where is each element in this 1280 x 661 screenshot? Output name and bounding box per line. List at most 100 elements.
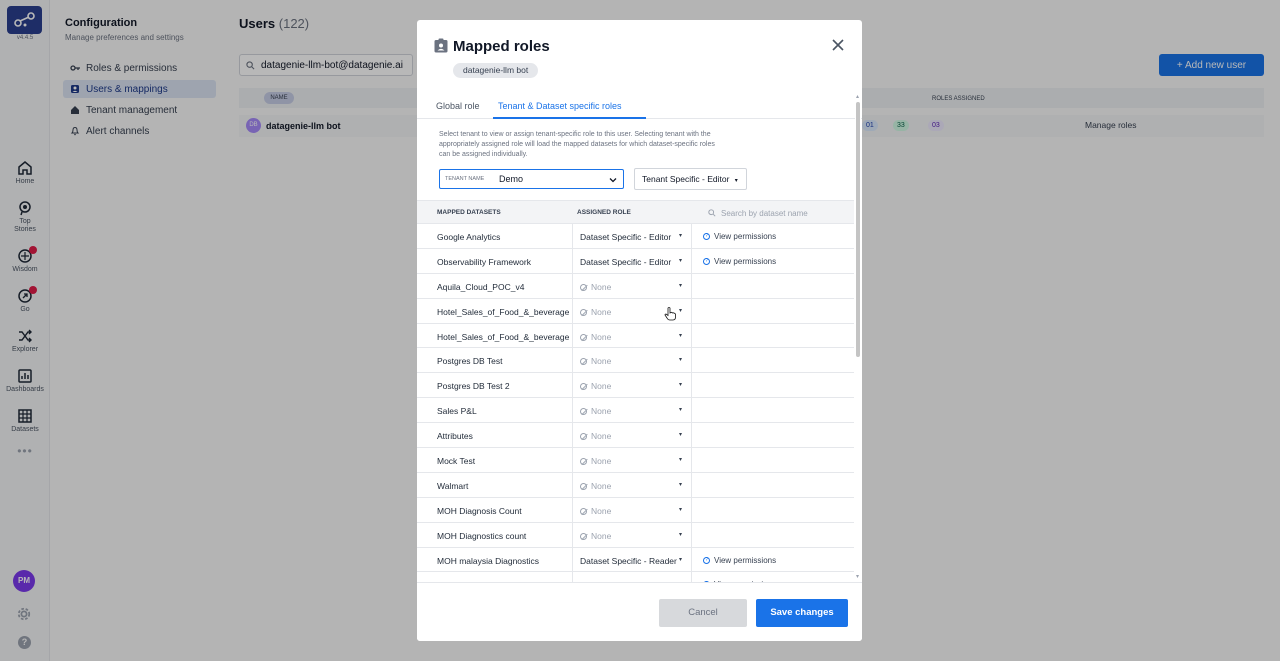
table-row[interactable]: MOH Diagnostics count None ▾ — [417, 522, 854, 548]
assigned-role-text: Dataset Specific - Editor — [580, 232, 672, 242]
table-row[interactable]: Walmart None ▾ — [417, 472, 854, 498]
none-icon — [580, 507, 587, 515]
table-row[interactable]: Aquila_Cloud_POC_v4 None ▾ — [417, 273, 854, 299]
assigned-role-select[interactable]: None ▾ — [572, 348, 692, 374]
assigned-role-select[interactable]: None ▾ — [572, 373, 692, 399]
assigned-role-select[interactable]: Dataset Specific - Reader▾ — [572, 572, 692, 582]
assigned-role-text: Dataset Specific - Reader — [580, 555, 677, 566]
assigned-role-value: None — [580, 506, 611, 516]
assigned-role-text: None — [591, 505, 612, 516]
caret-down-icon: ▾ — [679, 531, 683, 538]
view-permissions-link[interactable]: ? View permissions — [703, 556, 776, 565]
scrollbar-thumb[interactable] — [856, 102, 860, 357]
assigned-role-select[interactable]: None ▾ — [572, 423, 692, 449]
dataset-search-input[interactable]: Search by dataset name — [708, 207, 838, 219]
user-chip: datagenie-llm bot — [453, 63, 539, 78]
assigned-role-text: None — [591, 281, 612, 292]
none-icon — [580, 532, 587, 540]
tenant-role-select[interactable]: Tenant Specific - Editor ▾ — [634, 168, 747, 190]
view-permissions-link[interactable]: ? View permissions — [703, 257, 776, 266]
assigned-role-value: None — [580, 356, 611, 366]
chevron-down-icon — [609, 178, 617, 183]
none-icon — [580, 308, 587, 316]
assigned-role-text: None — [591, 480, 612, 491]
assigned-role-select[interactable]: None ▾ — [572, 273, 692, 299]
table-row[interactable]: Hotel_Sales_of_Food_&_beverage None ▾ — [417, 298, 854, 324]
user-card-icon — [434, 38, 448, 53]
assigned-role-select[interactable]: None ▾ — [572, 323, 692, 349]
assigned-role-value: None — [580, 456, 611, 466]
assigned-role-text: None — [591, 356, 612, 367]
none-icon — [580, 482, 587, 490]
dataset-name: Google Analytics — [437, 232, 501, 242]
view-permissions-text: View permissions — [714, 256, 777, 266]
active-tab-indicator — [493, 117, 646, 119]
assigned-role-value: None — [580, 406, 611, 416]
table-row[interactable]: Mock Test None ▾ — [417, 448, 854, 473]
caret-down-icon: ▾ — [679, 233, 683, 239]
tab-global-role[interactable]: Global role — [436, 101, 480, 111]
table-row[interactable]: Hotel_Sales_of_Food_&_beverage None ▾ — [417, 323, 854, 349]
assigned-role-value: None — [580, 307, 611, 317]
table-row[interactable]: Attributes None ▾ — [417, 423, 854, 449]
table-row[interactable]: Observability Framework Dataset Specific … — [417, 248, 854, 274]
assigned-role-text: Dataset Specific - Editor — [580, 256, 672, 267]
caret-down-icon: ▾ — [679, 357, 683, 364]
dataset-name: Postgres DB Test — [437, 356, 503, 367]
dataset-name: MOH Diagnostics count — [437, 530, 527, 541]
tab-tenant-dataset-roles[interactable]: Tenant & Dataset specific roles — [498, 101, 622, 111]
caret-down-icon: ▾ — [679, 407, 683, 414]
assigned-role-select[interactable]: None ▾ — [572, 398, 692, 424]
table-row[interactable]: Sales P&L None ▾ — [417, 398, 854, 424]
caret-down-icon: ▾ — [679, 432, 683, 439]
dialog-footer: Cancel Save changes — [417, 582, 862, 641]
assigned-role-value: None — [580, 282, 611, 292]
table-row[interactable]: Google Analytics Dataset Specific - Edito… — [417, 224, 854, 249]
table-row[interactable]: MOH malaysia Diagnostics Dataset Specific… — [417, 547, 854, 573]
assigned-role-select[interactable]: Dataset Specific - Reader▾ — [572, 547, 692, 573]
view-permissions-text: View permissions — [714, 232, 777, 241]
caret-down-icon: ▾ — [679, 457, 683, 464]
scroll-up-icon[interactable]: ▴ — [856, 93, 859, 100]
caret-down-icon: ▾ — [679, 332, 683, 339]
dialog-title: Mapped roles — [453, 38, 550, 55]
mapped-roles-dialog: Mapped roles datagenie-llm bot Global ro… — [417, 20, 862, 641]
col-assigned-role: ASSIGNED ROLE — [577, 209, 631, 216]
table-row[interactable]: MOH Diagnosis Count None ▾ — [417, 497, 854, 523]
none-icon — [580, 333, 587, 341]
assigned-role-text: None — [591, 530, 612, 541]
search-icon — [708, 209, 716, 217]
assigned-role-select[interactable]: None ▾ — [572, 522, 692, 548]
assigned-role-value: Dataset Specific - Reader — [580, 556, 677, 566]
table-row[interactable]: Medical Claims AnalysisDataset Specific … — [417, 572, 854, 582]
scroll-down-icon[interactable]: ▾ — [856, 573, 859, 580]
close-icon[interactable] — [830, 37, 846, 53]
assigned-role-select[interactable]: Dataset Specific - Editor ▾ — [572, 224, 692, 249]
save-changes-button[interactable]: Save changes — [756, 599, 848, 627]
assigned-role-select[interactable]: None ▾ — [572, 448, 692, 473]
dataset-search-placeholder: Search by dataset name — [721, 208, 808, 218]
table-row[interactable]: Postgres DB Test None ▾ — [417, 348, 854, 374]
table-row[interactable]: Postgres DB Test 2 None ▾ — [417, 373, 854, 399]
assigned-role-select[interactable]: None ▾ — [572, 497, 692, 523]
dataset-name: Hotel_Sales_of_Food_&_beverage — [437, 331, 570, 342]
caret-down-icon: ▾ — [679, 556, 683, 563]
view-permissions-text: View permissions — [714, 555, 777, 565]
view-permissions-link[interactable]: ? View permissions — [703, 232, 776, 241]
dataset-name: Mock Test — [437, 456, 476, 467]
tenant-select[interactable]: TENANT NAME Demo — [439, 169, 624, 189]
dataset-name: MOH Diagnosis Count — [437, 505, 522, 516]
dataset-name: Observability Framework — [437, 256, 531, 267]
question-icon: ? — [703, 233, 710, 240]
dataset-name: Attributes — [437, 431, 473, 442]
assigned-role-select[interactable]: None ▾ — [572, 472, 692, 498]
hand-cursor-icon — [664, 307, 676, 321]
role-tabs: Global role Tenant & Dataset specific ro… — [417, 92, 862, 119]
assigned-role-select[interactable]: Dataset Specific - Editor ▾ — [572, 248, 692, 274]
cancel-button[interactable]: Cancel — [659, 599, 747, 627]
none-icon — [580, 458, 587, 466]
tenant-description: Select tenant to view or assign tenant-s… — [439, 131, 715, 158]
caret-down-icon: ▾ — [679, 257, 683, 264]
assigned-role-text: None — [591, 306, 612, 317]
assigned-role-value: None — [580, 531, 611, 541]
